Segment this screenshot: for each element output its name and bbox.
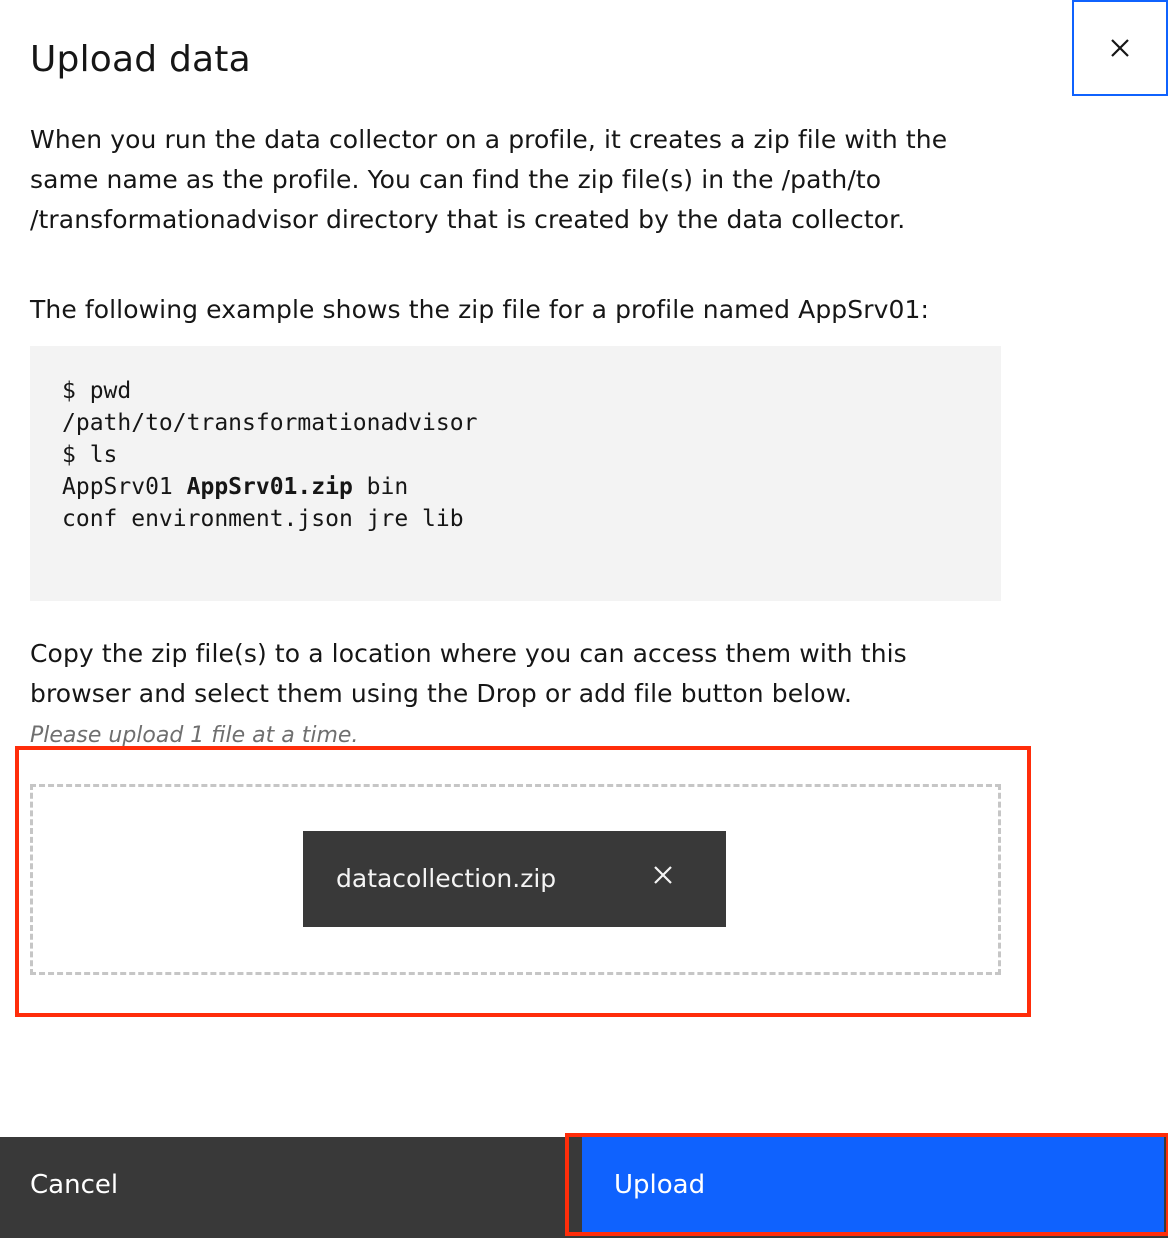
code-text: $ pwd /path/to/transformationadvisor $ l… xyxy=(62,375,477,535)
code-line: bin xyxy=(352,474,409,500)
code-line: /path/to/transformationadvisor xyxy=(62,410,478,436)
close-icon xyxy=(1111,39,1129,57)
modal-title: Upload data xyxy=(30,39,251,80)
upload-data-modal: Upload data When you run the data collec… xyxy=(0,0,1168,1238)
instruction-paragraph: Copy the zip file(s) to a location where… xyxy=(30,639,907,708)
highlight-box-upload xyxy=(565,1133,1168,1236)
close-button[interactable] xyxy=(1072,0,1168,96)
code-bold-filename: AppSrv01.zip xyxy=(186,474,353,500)
code-line: $ pwd xyxy=(62,378,132,404)
code-line: $ ls xyxy=(62,442,118,468)
cancel-button[interactable]: Cancel xyxy=(0,1137,576,1234)
intro-paragraph: When you run the data collector on a pro… xyxy=(30,125,948,234)
code-line: conf environment.json jre lib xyxy=(62,506,464,532)
code-snippet: $ pwd /path/to/transformationadvisor $ l… xyxy=(30,346,1001,601)
highlight-box-dropzone xyxy=(15,746,1031,1017)
cancel-label: Cancel xyxy=(30,1170,119,1200)
code-line: AppSrv01 xyxy=(62,474,187,500)
example-paragraph: The following example shows the zip file… xyxy=(30,295,930,324)
